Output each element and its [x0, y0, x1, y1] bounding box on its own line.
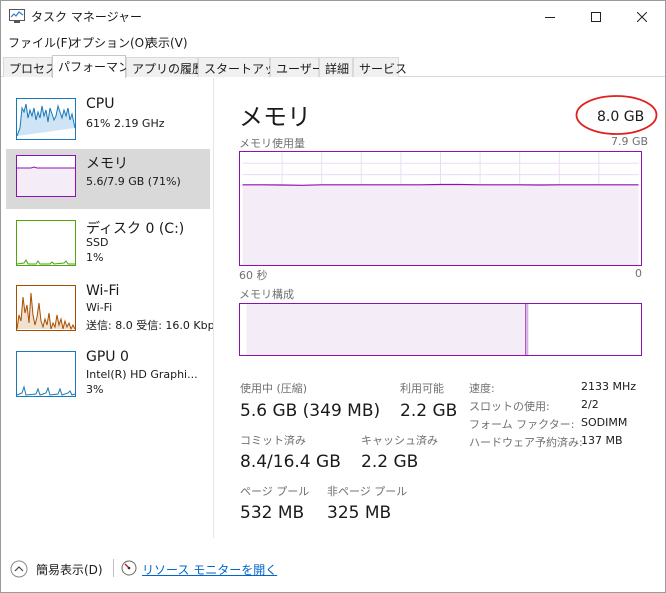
form-factor-label: フォーム ファクター: — [469, 418, 575, 431]
time-end-label: 0 — [635, 267, 642, 280]
task-manager-window: タスク マネージャー ファイル(F) オプション(O) 表示(V) プロセス パ… — [0, 0, 666, 593]
sidebar-item-disk[interactable]: ディスク 0 (C:) SSD 1% — [6, 214, 210, 274]
sidebar-label: Wi-Fi — [86, 283, 120, 299]
sidebar-detail: 5.6/7.9 GB (71%) — [86, 175, 181, 188]
usage-chart-label: メモリ使用量 — [239, 137, 305, 150]
paged-pool-label: ページ プール — [240, 485, 310, 498]
sidebar-item-wifi[interactable]: Wi-Fi Wi-Fi 送信: 8.0 受信: 16.0 Kbp — [6, 279, 215, 339]
sidebar-detail: Wi-Fi — [86, 301, 113, 314]
available-label: 利用可能 — [400, 382, 444, 395]
tab-startup[interactable]: スタートアップ — [198, 57, 288, 77]
composition-label: メモリ構成 — [239, 288, 294, 301]
form-factor-value: SODIMM — [581, 416, 628, 429]
sidebar-item-memory[interactable]: メモリ 5.6/7.9 GB (71%) — [6, 149, 210, 209]
sidebar-detail: Intel(R) HD Graphi... — [86, 368, 198, 381]
speed-label: 速度: — [469, 382, 495, 395]
cached-label: キャッシュ済み — [361, 434, 438, 447]
open-resource-monitor-link[interactable]: リソース モニターを開く — [142, 561, 277, 578]
sidebar-label: GPU 0 — [86, 349, 129, 365]
hardware-reserved-label: ハードウェア予約済み: — [469, 436, 583, 449]
available-value: 2.2 GB — [400, 401, 458, 421]
paged-pool-value: 532 MB — [240, 503, 305, 523]
slots-label: スロットの使用: — [469, 400, 550, 413]
menu-bar: ファイル(F) オプション(O) 表示(V) — [1, 32, 665, 53]
committed-label: コミット済み — [240, 434, 306, 447]
close-icon — [637, 11, 647, 22]
gpu-thumbnail-graph — [16, 351, 76, 397]
total-memory: 8.0 GB — [597, 109, 645, 125]
memory-thumbnail-graph — [16, 155, 76, 197]
sidebar-item-gpu[interactable]: GPU 0 Intel(R) HD Graphi... 3% — [6, 345, 210, 405]
cpu-thumbnail-graph — [16, 98, 76, 140]
slots-value: 2/2 — [581, 398, 599, 411]
speed-value: 2133 MHz — [581, 380, 637, 393]
sidebar-label: CPU — [86, 96, 115, 112]
committed-value: 8.4/16.4 GB — [240, 452, 341, 472]
tab-services[interactable]: サービス — [353, 57, 407, 77]
usage-chart-max: 7.9 GB — [611, 135, 649, 148]
tab-details[interactable]: 詳細 — [319, 57, 353, 77]
sidebar-detail: 61% 2.19 GHz — [86, 117, 165, 130]
menu-options[interactable]: オプション(O) — [70, 34, 149, 51]
maximize-icon — [591, 11, 601, 22]
disk-thumbnail-graph — [16, 220, 76, 266]
cached-value: 2.2 GB — [361, 452, 419, 472]
menu-file[interactable]: ファイル(F) — [8, 34, 72, 51]
resource-sidebar: CPU 61% 2.19 GHz メモリ 5.6/7.9 GB (71%) ディ… — [1, 78, 215, 538]
time-span-label: 60 秒 — [239, 269, 268, 282]
sidebar-detail: 送信: 8.0 受信: 16.0 Kbp — [86, 319, 215, 332]
task-manager-icon — [9, 9, 25, 23]
nonpaged-pool-value: 325 MB — [327, 503, 392, 523]
sidebar-label: メモリ — [86, 156, 128, 172]
chevron-up-icon[interactable] — [10, 560, 28, 578]
sidebar-item-cpu[interactable]: CPU 61% 2.19 GHz — [6, 92, 210, 152]
memory-composition-bar — [239, 303, 642, 356]
sidebar-detail: 1% — [86, 251, 104, 264]
window-title: タスク マネージャー — [31, 10, 142, 24]
menu-view[interactable]: 表示(V) — [146, 34, 188, 51]
resource-monitor-icon — [121, 560, 137, 576]
fewer-details-button[interactable]: 簡易表示(D) — [36, 561, 103, 578]
page-title: メモリ — [239, 103, 311, 131]
sidebar-label: ディスク 0 (C:) — [86, 221, 185, 237]
wifi-thumbnail-graph — [16, 285, 76, 331]
close-button[interactable] — [619, 1, 665, 32]
memory-usage-graph — [239, 151, 642, 266]
sidebar-detail: SSD — [86, 236, 109, 249]
tab-bar: プロセス パフォーマンス アプリの履歴 スタートアップ ユーザー 詳細 サービス — [1, 55, 665, 78]
footer-divider — [113, 559, 114, 577]
tab-app-history[interactable]: アプリの履歴 — [126, 57, 204, 77]
minimize-icon — [545, 16, 555, 18]
sidebar-divider — [213, 78, 214, 538]
tab-processes[interactable]: プロセス — [3, 57, 57, 77]
title-bar[interactable]: タスク マネージャー — [1, 1, 665, 32]
sidebar-detail: 3% — [86, 383, 104, 396]
minimize-button[interactable] — [527, 1, 573, 32]
maximize-button[interactable] — [573, 1, 619, 32]
tab-performance[interactable]: パフォーマンス — [52, 55, 142, 78]
hardware-reserved-value: 137 MB — [581, 434, 623, 447]
tab-users[interactable]: ユーザー — [270, 57, 324, 77]
nonpaged-pool-label: 非ページ プール — [327, 485, 408, 498]
in-use-label: 使用中 (圧縮) — [240, 382, 308, 395]
in-use-value: 5.6 GB (349 MB) — [240, 401, 381, 421]
